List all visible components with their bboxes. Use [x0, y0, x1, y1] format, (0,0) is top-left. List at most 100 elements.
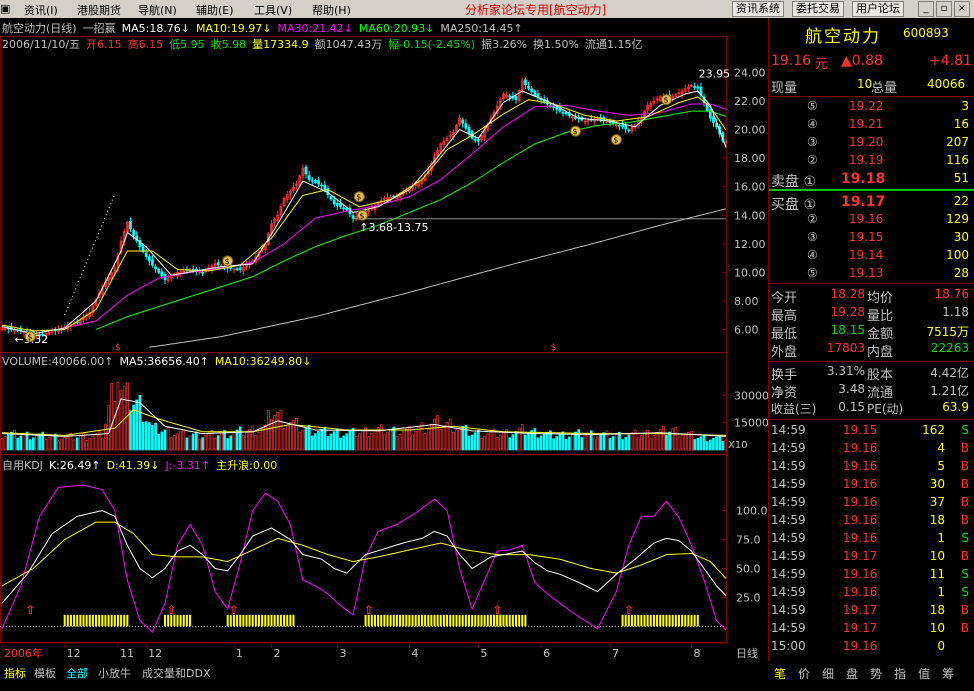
volume-bar — [455, 429, 458, 451]
panel-divider — [769, 283, 974, 284]
tick-side: B — [960, 495, 969, 509]
candle-body — [514, 96, 518, 101]
tick-time: 14:59 — [771, 585, 806, 599]
volume-bar — [699, 436, 703, 451]
panel-tab-detail[interactable]: 细 — [822, 665, 834, 682]
candle-body — [317, 180, 320, 185]
panel-tab-index[interactable]: 指 — [894, 665, 906, 682]
signal-bar — [110, 614, 113, 627]
sell-price: 19.18 — [841, 171, 886, 187]
volume-bar — [404, 428, 408, 451]
candle-body — [132, 230, 136, 236]
signal-bar — [411, 614, 414, 627]
signal-bar — [248, 614, 251, 627]
candle-body — [527, 85, 530, 89]
volume-bar — [627, 434, 631, 451]
candle-body — [339, 203, 342, 208]
panel-tab-chips[interactable]: 筹 — [942, 665, 954, 682]
trade-button[interactable]: 委托交易 — [792, 1, 844, 17]
signal-bar — [427, 614, 430, 627]
volume-bar — [88, 437, 92, 451]
panel-tab-value[interactable]: 值 — [918, 665, 930, 682]
buy-volume: 28 — [953, 266, 969, 280]
tick-row: 14:59 19.16 1 S — [769, 584, 974, 602]
tick-volume: 18 — [929, 603, 945, 617]
volume-bar — [226, 438, 230, 451]
signal-bar — [458, 614, 461, 627]
tick-row: 14:59 19.17 10 B — [769, 548, 974, 566]
range-annotation: ↑3.68-13.75 — [359, 221, 428, 234]
volume-bar — [273, 415, 277, 451]
tick-time: 14:59 — [771, 567, 806, 581]
signal-bar — [189, 614, 192, 627]
money-bag-glyph: $ — [225, 257, 230, 266]
panel-tab-price[interactable]: 价 — [798, 665, 810, 682]
volume-bar — [680, 435, 684, 451]
signal-bar — [286, 614, 289, 627]
tab-template[interactable]: 模板 — [34, 665, 56, 681]
tab-indicator[interactable]: 指标 — [4, 665, 26, 681]
tick-time: 14:59 — [771, 459, 806, 473]
menu-assist[interactable]: 辅助(E) — [196, 2, 234, 18]
restore-icon[interactable]: ▫ — [936, 1, 952, 17]
volume-bar — [552, 438, 555, 451]
info-system-button[interactable]: 资讯系统 — [732, 1, 784, 17]
x-tick-label: 1 — [236, 647, 243, 660]
candle-body — [476, 139, 480, 142]
signal-bar — [392, 614, 395, 627]
chart-area[interactable]: 6.008.0010.0012.0014.0016.0018.0020.0022… — [0, 18, 768, 661]
tab-all[interactable]: 全部 — [66, 665, 88, 681]
signal-bar — [239, 614, 242, 627]
tick-time: 14:59 — [771, 603, 806, 617]
volume-bar — [166, 427, 170, 451]
volume-bar — [173, 435, 176, 451]
signal-bar — [649, 614, 652, 627]
stat-value: 18.28 — [830, 287, 865, 301]
panel-tab-trades[interactable]: 笔 — [774, 665, 786, 682]
close-icon[interactable]: × — [954, 1, 970, 17]
price-chart: 6.00 8.00 10.00 12.00 14.00 16.00 18.00 20.00 22… — [0, 67, 766, 353]
signal-bar — [123, 614, 126, 627]
menu-help[interactable]: 帮助(H) — [312, 2, 351, 18]
tick-row: 14:59 19.16 5 B — [769, 458, 974, 476]
app-icon[interactable]: ▣ — [0, 2, 10, 15]
tick-volume: 162 — [922, 423, 945, 437]
buy-price: 19.16 — [849, 212, 884, 226]
candle-body — [320, 184, 324, 187]
signal-bar — [373, 614, 376, 627]
volume-bar — [379, 424, 383, 451]
sell-row: ⑤ 19.22 3 — [769, 98, 974, 116]
menu-tools[interactable]: 工具(V) — [254, 2, 292, 18]
volume-bar — [100, 438, 104, 451]
volume-bar — [511, 434, 515, 451]
signal-bar — [101, 614, 104, 627]
volume-bar — [539, 435, 543, 451]
tab-xiaofangniu[interactable]: 小放牛 — [98, 665, 131, 681]
signal-bar — [276, 614, 279, 627]
signal-bar — [120, 614, 123, 627]
volume-bar — [254, 435, 258, 451]
volume-bar — [370, 433, 374, 451]
buy-row: 买盘 ① 19.17 22 — [769, 193, 974, 213]
tick-time: 14:59 — [771, 531, 806, 545]
panel-tab-trend[interactable]: 势 — [870, 665, 882, 682]
minimize-icon[interactable]: _ — [918, 1, 934, 17]
volume-bar — [144, 421, 148, 451]
menu-info[interactable]: 资讯(I) — [24, 2, 58, 18]
volume-bar — [357, 433, 361, 451]
sell-volume: 16 — [953, 117, 969, 131]
signal-bar — [104, 614, 107, 627]
tick-side: S — [961, 585, 969, 599]
forum-button[interactable]: 用户论坛 — [852, 1, 904, 17]
candle-body — [564, 112, 568, 115]
tab-volume-ddx[interactable]: 成交量和DDX — [142, 665, 210, 681]
signal-bar — [113, 614, 116, 627]
volume-bar — [82, 433, 85, 451]
panel-tab-board[interactable]: 盘 — [846, 665, 858, 682]
signal-bar — [436, 614, 439, 627]
menu-hk-futures[interactable]: 港股期货 — [77, 2, 121, 18]
menu-navigate[interactable]: 导航(N) — [138, 2, 177, 18]
signal-bar — [182, 614, 185, 627]
signal-bar — [88, 614, 91, 627]
tick-side: B — [960, 459, 969, 473]
